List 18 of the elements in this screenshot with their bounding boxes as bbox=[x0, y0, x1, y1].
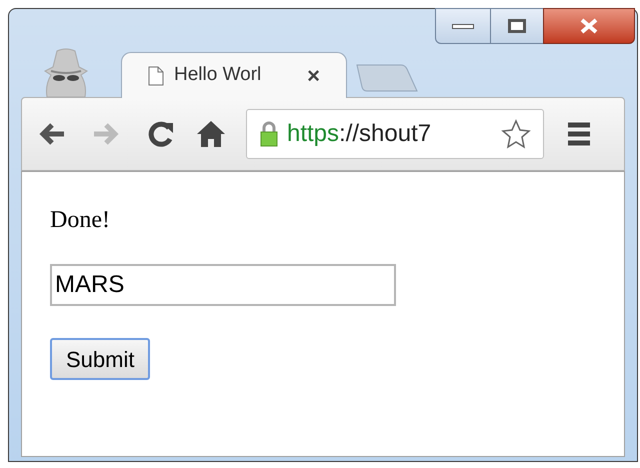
tab-close-button[interactable]: × bbox=[307, 59, 320, 92]
submit-button[interactable]: Submit bbox=[50, 338, 150, 380]
status-message: Done! bbox=[50, 206, 110, 235]
close-button[interactable] bbox=[543, 8, 635, 44]
url-text: https://shout7 bbox=[287, 119, 432, 149]
address-bar[interactable]: https://shout7 bbox=[246, 109, 544, 159]
tab[interactable]: Hello Worl × bbox=[121, 52, 347, 98]
tab-title: Hello Worl bbox=[174, 63, 262, 88]
maximize-icon bbox=[508, 19, 526, 33]
page-icon bbox=[148, 66, 164, 86]
maximize-button[interactable] bbox=[491, 8, 543, 44]
home-button[interactable] bbox=[196, 119, 226, 149]
minimize-button[interactable] bbox=[435, 8, 491, 44]
minimize-icon bbox=[452, 24, 474, 28]
menu-button[interactable] bbox=[566, 121, 592, 147]
bookmark-star-icon[interactable] bbox=[501, 119, 531, 149]
close-icon bbox=[580, 18, 598, 34]
text-field[interactable]: MARS bbox=[50, 264, 396, 306]
